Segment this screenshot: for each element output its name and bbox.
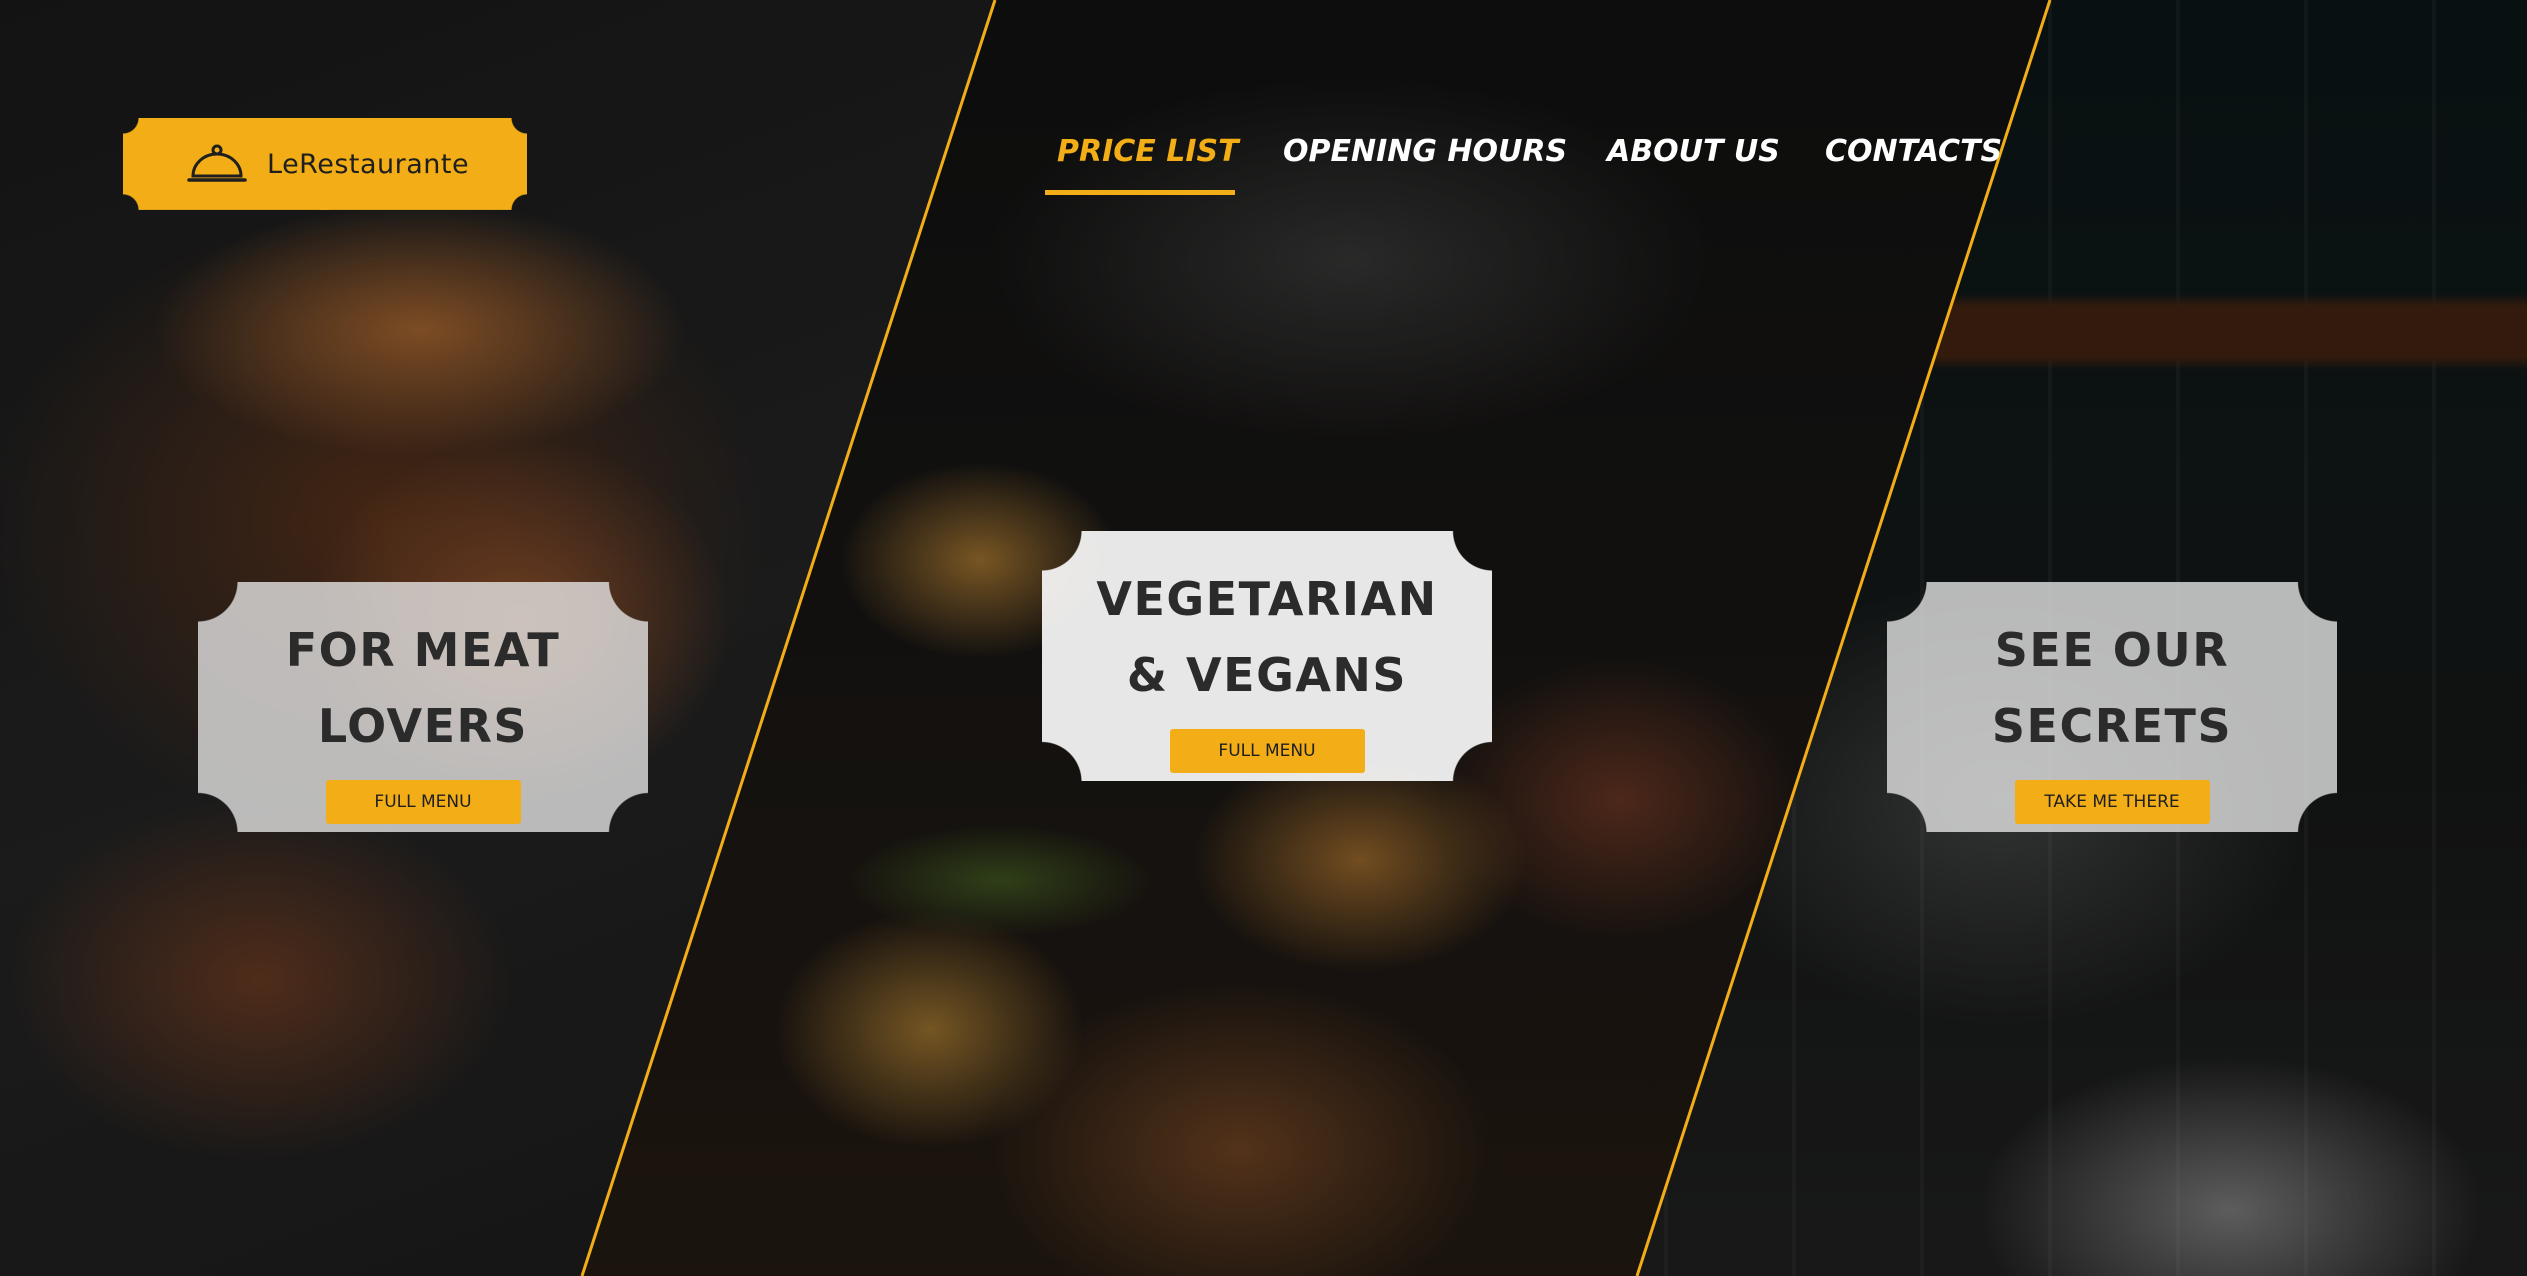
card-title-line: FOR MEAT — [285, 623, 561, 677]
card-see-our-secrets: SEE OUR SECRETS TAKE ME THERE — [1887, 582, 2337, 832]
nav-item-contacts[interactable]: CONTACTS — [1825, 132, 2002, 172]
landing-page: LeRestaurante PRICE LIST OPENING HOURS A… — [0, 0, 2527, 1276]
card-title: FOR MEAT LOVERS — [286, 612, 561, 764]
nav-item-about-us[interactable]: ABOUT US — [1607, 132, 1780, 172]
card-title-line: VEGETARIAN — [1096, 572, 1438, 626]
card-title-line: SECRETS — [1991, 699, 2233, 753]
full-menu-button-vegetarian[interactable]: FULL MENU — [1169, 729, 1365, 773]
card-title-line: & VEGANS — [1126, 648, 1408, 702]
card-title-line: LOVERS — [317, 699, 529, 753]
card-title: VEGETARIAN & VEGANS — [1096, 561, 1437, 713]
nav-item-price-list[interactable]: PRICE LIST — [1057, 132, 1239, 172]
take-me-there-button[interactable]: TAKE ME THERE — [2014, 780, 2210, 824]
brand-name: LeRestaurante — [267, 148, 470, 180]
card-title-line: SEE OUR — [1994, 623, 2230, 677]
card-title: SEE OUR SECRETS — [1992, 612, 2232, 764]
full-menu-button-meat[interactable]: FULL MENU — [325, 780, 521, 824]
card-meat-lovers: FOR MEAT LOVERS FULL MENU — [198, 582, 648, 832]
nav-active-underline — [1045, 190, 1235, 195]
logo-button[interactable]: LeRestaurante — [123, 118, 527, 210]
nav-item-opening-hours[interactable]: OPENING HOURS — [1283, 132, 1567, 172]
card-vegetarian-vegans: VEGETARIAN & VEGANS FULL MENU — [1042, 531, 1492, 781]
cloche-icon — [187, 144, 247, 182]
